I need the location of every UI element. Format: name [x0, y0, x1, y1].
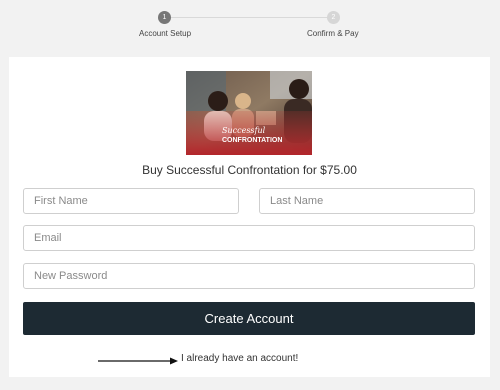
step-1-indicator: 1: [158, 11, 171, 24]
new-password-input[interactable]: [23, 263, 475, 289]
existing-account-link[interactable]: I already have an account!: [181, 353, 298, 364]
product-image: Successful CONFRONTATION: [186, 71, 312, 155]
signup-card: Successful CONFRONTATION Buy Successful …: [9, 57, 490, 377]
svg-text:Successful: Successful: [222, 126, 266, 135]
arrow-right-icon: [98, 357, 178, 365]
create-account-button[interactable]: Create Account: [23, 302, 475, 335]
step-2-indicator: 2: [327, 11, 340, 24]
step-2-label: Confirm & Pay: [307, 29, 359, 38]
svg-text:CONFRONTATION: CONFRONTATION: [222, 137, 282, 144]
checkout-stepper: 1 2 Account Setup Confirm & Pay: [0, 0, 500, 52]
stepper-connector: [164, 17, 334, 18]
step-1-label: Account Setup: [139, 29, 192, 38]
product-title: Buy Successful Confrontation for $75.00: [142, 163, 357, 177]
last-name-input[interactable]: [259, 188, 475, 214]
email-input[interactable]: [23, 225, 475, 251]
first-name-input[interactable]: [23, 188, 239, 214]
